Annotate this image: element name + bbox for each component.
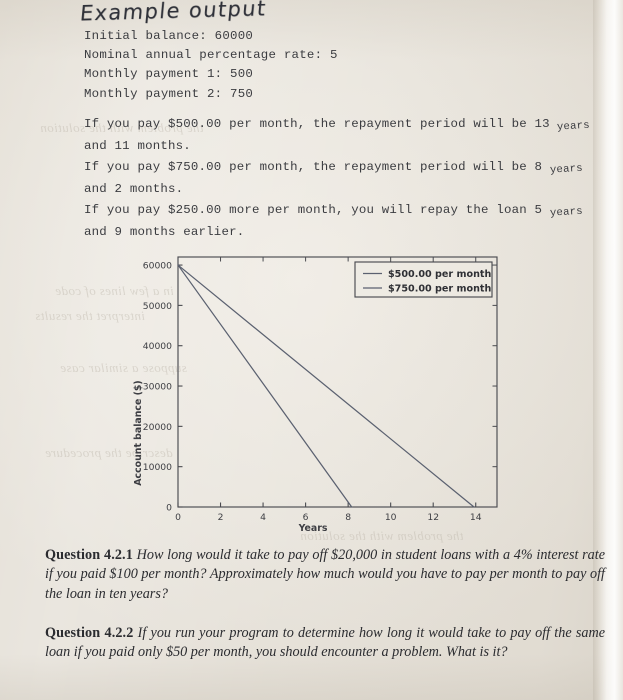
result-1-tail: years: [557, 119, 591, 134]
chart-x-tick-label: 4: [260, 512, 266, 523]
output-line-monthly-payment-2: Monthly payment 2: 750: [84, 86, 254, 101]
chart-legend-label: $750.00 per month: [388, 284, 491, 295]
question-4-2-2-label: Question 4.2.2: [45, 625, 134, 641]
question-4-2-1-label: Question 4.2.1: [45, 547, 133, 563]
chart-y-tick-label: 30000: [143, 381, 172, 392]
chart-y-tick-label: 40000: [143, 341, 172, 352]
result-line-2a: If you pay $750.00 per month, the repaym…: [84, 157, 623, 179]
chart-y-ticks: 0 10000 20000 30000 40000 50000 60000: [143, 260, 497, 513]
output-line-apr: Nominal annual percentage rate: 5: [84, 48, 338, 63]
result-3-head: If you pay $250.00 more per month, you w…: [84, 203, 550, 217]
chart-series-lines: [177, 264, 475, 508]
result-line-2b: and 2 months.: [84, 181, 184, 196]
result-line-3b: and 9 months earlier.: [84, 224, 245, 239]
chart-y-tick-label: 10000: [143, 462, 172, 473]
result-2-tail: years: [549, 162, 583, 177]
program-output-results: If you pay $500.00 per month, the repaym…: [84, 114, 623, 243]
chart-legend: $500.00 per month $750.00 per month: [354, 261, 493, 298]
chart-y-tick-label: 0: [166, 502, 172, 513]
chart-x-tick-label: 0: [175, 512, 181, 523]
result-line-3a: If you pay $250.00 more per month, you w…: [84, 200, 623, 222]
result-1-head: If you pay $500.00 per month, the repaym…: [84, 117, 558, 131]
question-4-2-1: Question 4.2.1 How long would it take to…: [45, 546, 605, 604]
chart-x-tick-label: 10: [385, 512, 397, 523]
result-2-head: If you pay $750.00 per month, the repaym…: [84, 160, 550, 174]
chart-x-tick-label: 6: [303, 512, 309, 523]
chart-legend-label: $500.00 per month: [388, 269, 491, 280]
chart-x-axis-label: Years: [298, 523, 328, 534]
output-line-monthly-payment-1: Monthly payment 1: 500: [84, 67, 254, 82]
question-4-2-2: Question 4.2.2 If you run your program t…: [45, 624, 605, 663]
chart-x-tick-label: 12: [427, 512, 439, 523]
output-line-initial-balance: Initial balance: 60000: [84, 29, 254, 43]
chart-y-tick-label: 60000: [143, 260, 172, 271]
account-balance-chart: Account balance ($) Years 0 10000 20000 300…: [130, 243, 510, 538]
result-line-1a: If you pay $500.00 per month, the repaym…: [84, 114, 623, 136]
chart-svg: Account balance ($) Years 01000020000300…: [133, 256, 498, 534]
chart-x-tick-label: 14: [470, 512, 482, 523]
program-output-parameters: Initial balance: 60000 Nominal annual pe…: [84, 27, 604, 104]
chart-y-tick-label: 20000: [143, 422, 172, 433]
result-line-1b: and 11 months.: [84, 138, 191, 153]
chart-y-tick-label: 50000: [143, 301, 172, 312]
result-3-tail: years: [549, 205, 583, 220]
chart-x-tick-label: 2: [218, 512, 224, 523]
chart-x-tick-label: 8: [345, 512, 351, 523]
